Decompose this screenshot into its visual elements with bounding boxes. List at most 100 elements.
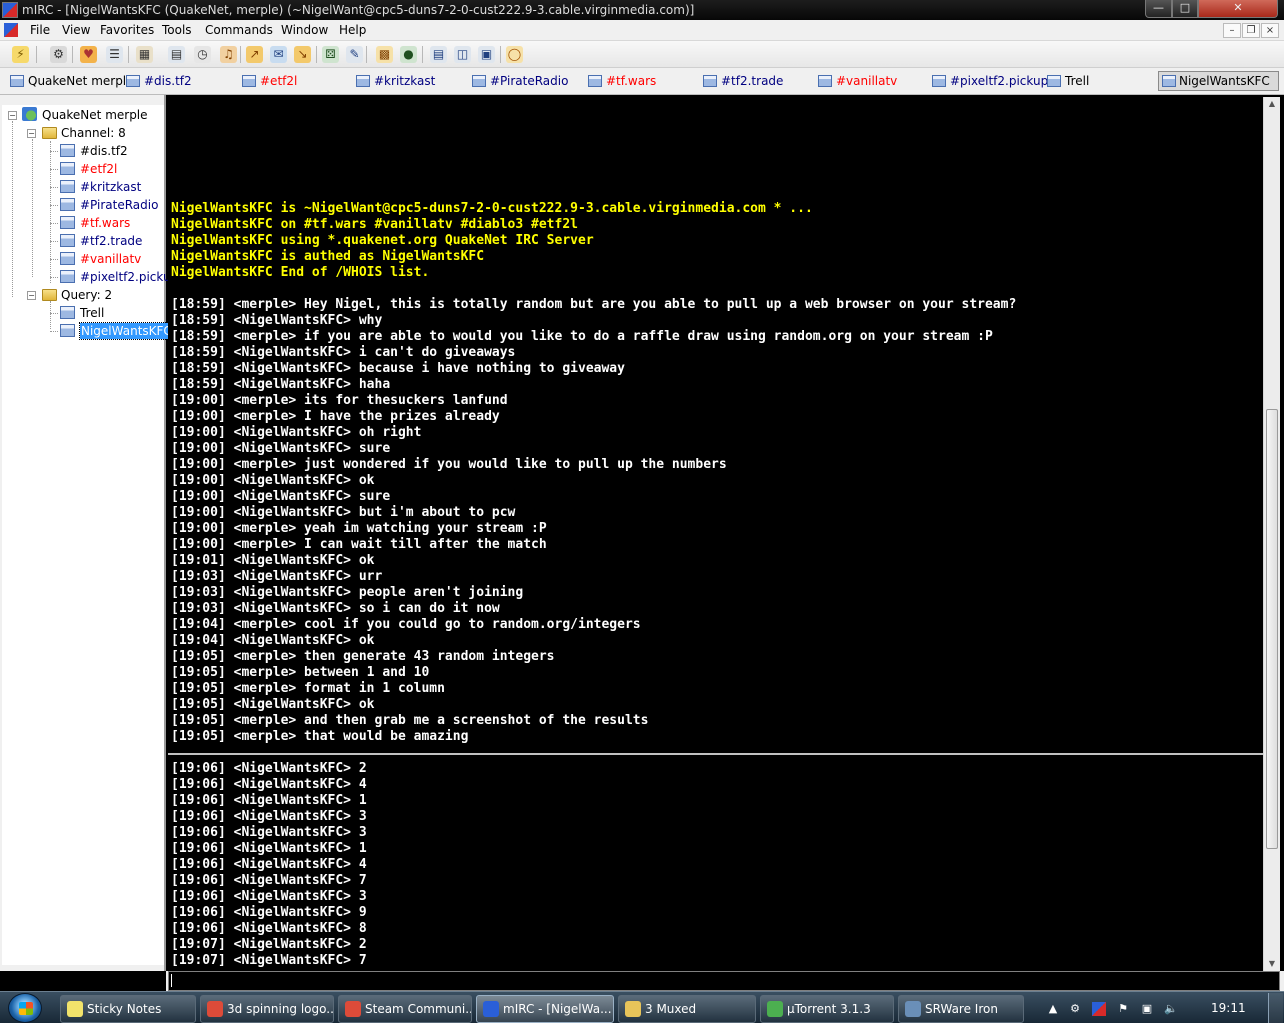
switchbar-button[interactable]: NigelWantsKFC — [1158, 71, 1279, 91]
tree-channel-item[interactable]: #vanillatv — [80, 251, 141, 267]
menu-view[interactable]: View — [62, 23, 90, 37]
mirc-tray-icon[interactable] — [1092, 1002, 1106, 1016]
tree-query-folder[interactable]: Query: 2 — [61, 287, 112, 303]
volume-icon[interactable]: 🔈 — [1164, 1002, 1178, 1016]
address-book-icon[interactable]: ▦ — [136, 46, 153, 63]
tree-channel-item[interactable]: #PirateRadio — [80, 197, 158, 213]
minimize-button[interactable]: — — [1145, 0, 1172, 18]
switchbar-button[interactable]: #dis.tf2 — [126, 72, 192, 92]
chat-line: [19:06] <NigelWantsKFC> 1 — [171, 841, 367, 856]
menu-tools[interactable]: Tools — [162, 23, 192, 37]
windows-logo-icon — [19, 1002, 33, 1015]
tree-network[interactable]: QuakeNet merple — [42, 107, 148, 123]
remote-icon[interactable]: ⚄ — [322, 46, 339, 63]
options-icon[interactable]: ⚙ — [50, 46, 67, 63]
mdi-restore-button[interactable]: ❐ — [1242, 23, 1260, 38]
chat-line: [19:06] <NigelWantsKFC> 3 — [171, 889, 367, 904]
menu-commands[interactable]: Commands — [205, 23, 273, 37]
received-files-icon[interactable]: ↘ — [294, 46, 311, 63]
maximize-button[interactable]: □ — [1172, 0, 1198, 18]
chat-window[interactable]: NigelWantsKFC is ~NigelWant@cpc5-duns7-2… — [168, 97, 1263, 971]
switchbar-label: #tf2.trade — [721, 74, 784, 88]
switchbar-button[interactable]: #vanillatv — [818, 72, 897, 92]
switchbar-button[interactable]: Trell — [1047, 72, 1089, 92]
action-center-flag-icon[interactable]: ⚑ — [1116, 1002, 1130, 1016]
menu-window[interactable]: Window — [281, 23, 328, 37]
connect-icon[interactable]: ⚡ — [12, 46, 29, 63]
tree-channel-item[interactable]: #tf2.trade — [80, 233, 142, 249]
chat-line: [19:00] <NigelWantsKFC> sure — [171, 489, 391, 504]
collapse-channels-toggle[interactable]: − — [27, 129, 36, 138]
taskbar-button[interactable]: Sticky Notes — [60, 995, 196, 1023]
menu-favorites[interactable]: Favorites — [100, 23, 154, 37]
chat-line: [19:00] <merple> just wondered if you wo… — [171, 457, 727, 472]
tree-channel-item[interactable]: #dis.tf2 — [80, 143, 128, 159]
tray-expand-icon[interactable]: ▲ — [1046, 1002, 1060, 1016]
chat-line: [19:00] <merple> its for thesuckers lanf… — [171, 393, 508, 408]
window-icon — [356, 75, 370, 87]
tree-channel-item[interactable]: #etf2l — [80, 161, 117, 177]
tree-query-item[interactable]: NigelWantsKFC — [79, 322, 174, 340]
mirc-app-icon[interactable] — [2, 2, 18, 18]
steam-tray-icon[interactable]: ⚙ — [1068, 1002, 1082, 1016]
chat-line: [19:00] <NigelWantsKFC> ok — [171, 473, 375, 488]
tree-channel-item[interactable]: #tf.wars — [80, 215, 130, 231]
menu-help[interactable]: Help — [339, 23, 366, 37]
taskbar-button[interactable]: SRWare Iron — [898, 995, 1024, 1023]
cascade-icon[interactable]: ▤ — [430, 46, 447, 63]
switchbar-label: #dis.tf2 — [144, 74, 192, 88]
tree-channels-folder[interactable]: Channel: 8 — [61, 125, 126, 141]
help-icon[interactable]: ◯ — [506, 46, 523, 63]
tree-channel-item[interactable]: #kritzkast — [80, 179, 141, 195]
menu-file[interactable]: File — [30, 23, 50, 37]
collapse-network-toggle[interactable]: − — [8, 111, 17, 120]
chat-line: [19:04] <merple> cool if you could go to… — [171, 617, 641, 632]
taskbar-button[interactable]: µTorrent 3.1.3 — [760, 995, 894, 1023]
taskbar-button[interactable]: 3 Muxed — [618, 995, 756, 1023]
close-button[interactable]: ✕ — [1198, 0, 1278, 18]
chat-scrollbar[interactable]: ▲ ▼ — [1263, 97, 1280, 971]
network-icon — [22, 107, 37, 121]
switchbar-button[interactable]: #etf2l — [242, 72, 297, 92]
channel-list-icon[interactable]: ☰ — [106, 46, 123, 63]
taskbar-button[interactable]: 3d spinning logo... — [200, 995, 334, 1023]
timer-icon[interactable]: ◷ — [194, 46, 211, 63]
mdi-minimize-button[interactable]: – — [1223, 23, 1241, 38]
taskbar-button[interactable]: mIRC - [NigelWa... — [476, 995, 614, 1023]
show-desktop-button[interactable] — [1268, 993, 1283, 1023]
switchbar-button[interactable]: #tf2.trade — [703, 72, 783, 92]
switchbar-button[interactable]: #kritzkast — [356, 72, 435, 92]
start-button[interactable] — [8, 993, 42, 1023]
switchbar-button[interactable]: QuakeNet merple — [10, 72, 134, 92]
folder-icon — [42, 289, 57, 301]
tree-query-item[interactable]: Trell — [80, 305, 104, 321]
tree-line — [50, 187, 58, 188]
switchbar-button[interactable]: #tf.wars — [588, 72, 656, 92]
taskbar-clock[interactable]: 19:11 — [1211, 1001, 1246, 1015]
arrange-icon[interactable]: ▣ — [478, 46, 495, 63]
chat-icon[interactable]: ✉ — [270, 46, 287, 63]
whois-line: NigelWantsKFC on #tf.wars #vanillatv #di… — [171, 217, 578, 232]
sounds-icon[interactable]: ♫ — [220, 46, 237, 63]
scroll-up-arrow[interactable]: ▲ — [1267, 99, 1277, 108]
channel-window-icon — [60, 198, 75, 211]
scroll-thumb[interactable] — [1266, 409, 1278, 849]
urls-icon[interactable]: ● — [400, 46, 417, 63]
message-input[interactable] — [168, 971, 1280, 991]
notify-list-icon[interactable]: ▤ — [168, 46, 185, 63]
send-file-icon[interactable]: ↗ — [246, 46, 263, 63]
network-icon[interactable]: ▣ — [1140, 1002, 1154, 1016]
collapse-queries-toggle[interactable]: − — [27, 291, 36, 300]
mdi-close-button[interactable]: × — [1261, 23, 1279, 38]
window-icon — [588, 75, 602, 87]
switchbar-button[interactable]: #pixeltf2.pickup — [932, 72, 1048, 92]
tile-icon[interactable]: ◫ — [454, 46, 471, 63]
favorites-icon[interactable]: ♥ — [80, 46, 97, 63]
tree-channel-item[interactable]: #pixeltf2.pickup — [80, 269, 178, 285]
scroll-down-arrow[interactable]: ▼ — [1267, 959, 1277, 968]
scripts-icon[interactable]: ✎ — [346, 46, 363, 63]
mdi-window-icon[interactable] — [4, 23, 18, 37]
switchbar-button[interactable]: #PirateRadio — [472, 72, 568, 92]
logs-icon[interactable]: ▩ — [376, 46, 393, 63]
taskbar-button[interactable]: Steam Communi... — [338, 995, 472, 1023]
